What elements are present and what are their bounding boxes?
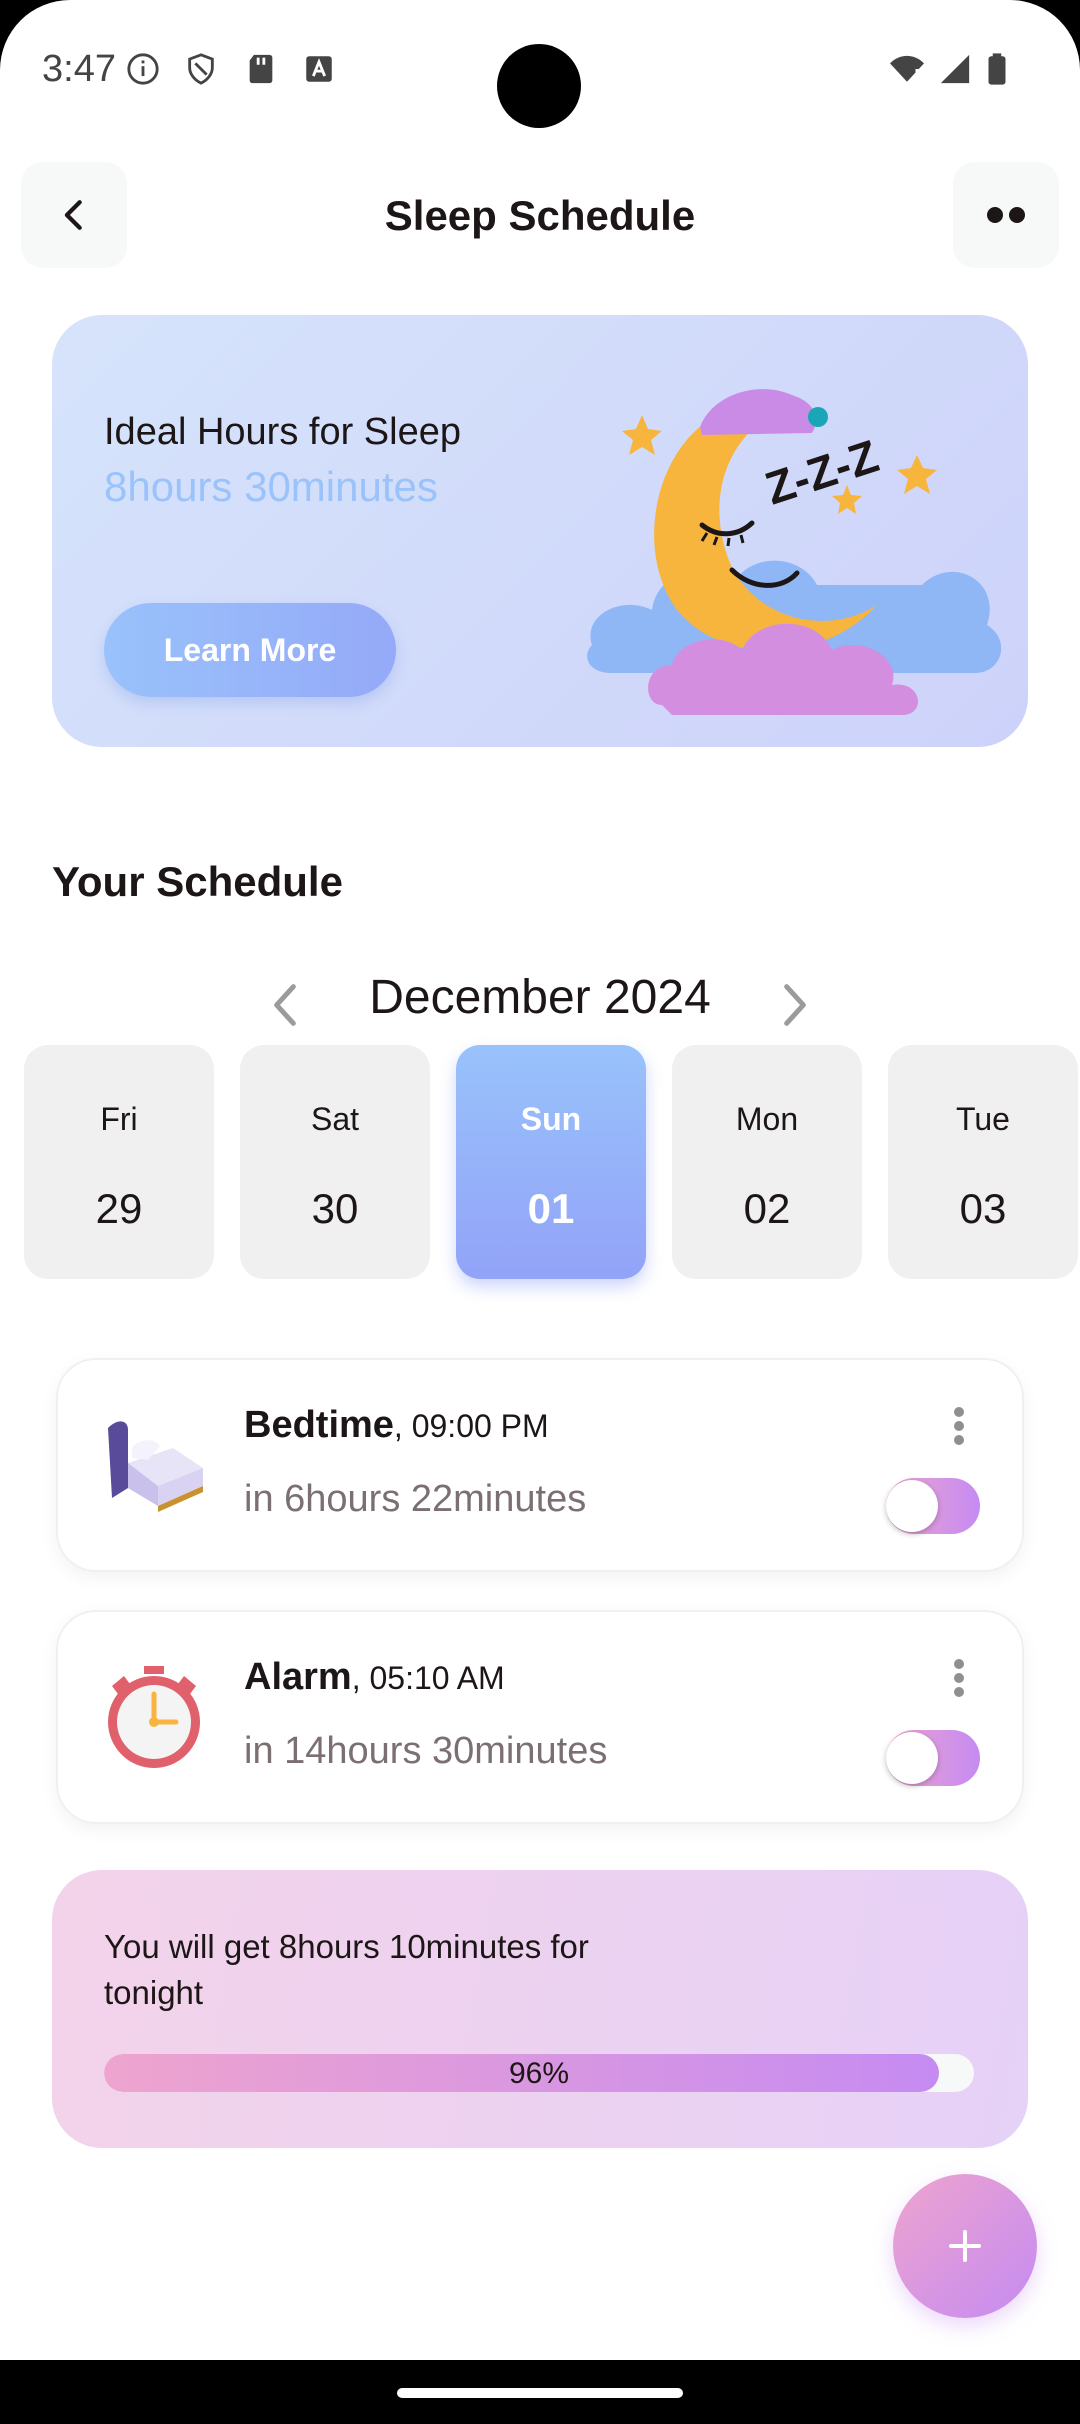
toggle-knob <box>886 1732 938 1784</box>
plus-icon <box>949 2230 981 2262</box>
day-name: Fri <box>100 1101 138 1137</box>
summary-text: You will get 8hours 10minutes for tonigh… <box>104 1928 589 2011</box>
alarm-toggle[interactable] <box>886 1730 980 1786</box>
sleeping-moon-illustration: Z-Z-Z <box>587 389 1002 715</box>
day-date: 30 <box>311 1185 359 1232</box>
section-title-schedule: Your Schedule <box>52 858 343 905</box>
battery-icon <box>988 53 1006 85</box>
alarm-card[interactable]: Alarm, 05:10 AM in 14hours 30minutes <box>56 1610 1024 1824</box>
wifi-icon <box>890 55 924 82</box>
day-item[interactable]: Sat 30 <box>240 1045 430 1279</box>
banner-heading: Ideal Hours for Sleep <box>104 411 461 453</box>
signal-icon <box>940 54 970 84</box>
chevron-right-icon[interactable] <box>775 980 815 1030</box>
sleep-summary-card: You will get 8hours 10minutes for tonigh… <box>52 1870 1028 2148</box>
status-time: 3:47 <box>42 48 116 90</box>
bedtime-toggle[interactable] <box>886 1478 980 1534</box>
day-date: 29 <box>95 1185 143 1232</box>
add-schedule-button[interactable] <box>893 2174 1037 2318</box>
card-subtitle: in 6hours 22minutes <box>244 1478 587 1520</box>
learn-more-button[interactable]: Learn More <box>104 603 396 697</box>
card-time: , 09:00 PM <box>393 1408 549 1444</box>
more-vertical-icon[interactable] <box>952 1658 966 1698</box>
gesture-home-bar[interactable] <box>397 2388 683 2398</box>
page-title: Sleep Schedule <box>384 192 696 239</box>
card-title: Bedtime, 09:00 PM <box>244 1404 549 1447</box>
banner-hours: 8hours 30minutes <box>104 463 438 510</box>
bedtime-card[interactable]: Bedtime, 09:00 PM in 6hours 22minutes <box>56 1358 1024 1572</box>
camera-cutout <box>497 44 581 128</box>
day-name: Sat <box>310 1101 360 1137</box>
card-subtitle: in 14hours 30minutes <box>244 1730 608 1772</box>
info-icon <box>127 53 159 85</box>
day-date: 02 <box>743 1185 791 1232</box>
more-horizontal-icon <box>987 207 1025 223</box>
bed-icon <box>108 1421 203 1512</box>
day-name: Tue <box>956 1101 1010 1137</box>
card-title-label: Bedtime <box>244 1404 394 1446</box>
day-item[interactable]: Tue 03 <box>888 1045 1078 1279</box>
ideal-sleep-banner: Ideal Hours for Sleep 8hours 30minutes L… <box>52 315 1028 747</box>
day-item[interactable]: Mon 02 <box>672 1045 862 1279</box>
more-options-button[interactable] <box>953 162 1059 268</box>
day-date: 03 <box>959 1185 1007 1232</box>
card-title: Alarm, 05:10 AM <box>244 1656 505 1699</box>
month-label: December 2024 <box>369 971 711 1024</box>
app-screen: 3:47 Sleep Schedule Ideal Hours for Slee… <box>0 0 1080 2360</box>
top-app-bar: Sleep Schedule <box>0 162 1080 268</box>
toggle-knob <box>886 1480 938 1532</box>
day-name: Mon <box>735 1101 799 1137</box>
sd-card-icon <box>249 54 273 84</box>
card-time: , 05:10 AM <box>351 1660 505 1696</box>
more-vertical-icon[interactable] <box>952 1406 966 1446</box>
card-title-label: Alarm <box>244 1656 352 1698</box>
shield-icon <box>188 53 214 85</box>
day-date: 01 <box>527 1185 575 1232</box>
day-item[interactable]: Fri 29 <box>24 1045 214 1279</box>
sleep-progress-bar: 96% <box>104 2054 974 2092</box>
keyboard-icon <box>306 56 332 82</box>
day-name: Sun <box>520 1101 582 1137</box>
progress-label: 96% <box>508 2057 570 2090</box>
zzz-text: Z-Z-Z <box>759 430 884 515</box>
day-item-selected[interactable]: Sun 01 <box>456 1045 646 1279</box>
alarm-clock-icon <box>108 1666 200 1768</box>
